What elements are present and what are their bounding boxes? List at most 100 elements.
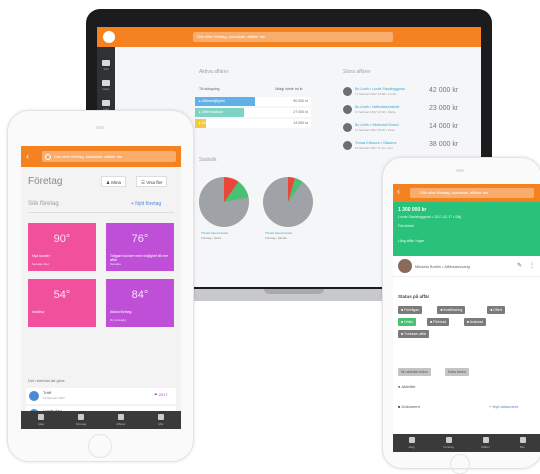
new-document-button[interactable]: + Nytt dokument bbox=[489, 404, 518, 409]
avatar bbox=[343, 123, 352, 132]
pie-chart bbox=[263, 177, 313, 227]
activity-amount: 14 000 kr bbox=[429, 123, 459, 130]
left-phone: ‹ Sök efter företag, kontakter, affärer … bbox=[7, 110, 194, 462]
stage-chip[interactable]: ■ Avslutad bbox=[463, 318, 487, 326]
pipeline-row[interactable]: ▸ Order 14 000 kr bbox=[195, 119, 311, 128]
page-title: Företag bbox=[28, 176, 63, 187]
mina-button-label: Mina bbox=[111, 180, 122, 185]
activity-row[interactable]: Tomas Eriksson • Gåsarna 16 februari 2017… bbox=[343, 141, 481, 155]
avatar bbox=[343, 141, 352, 150]
activity-line: Bo Lindh • Lunds Stadsbyggnad bbox=[355, 87, 405, 91]
home-button[interactable] bbox=[450, 454, 470, 474]
nav-item[interactable]: Mer bbox=[504, 434, 540, 452]
deal-company[interactable]: Lunds Stadsbyggnad • 2017-02-17 • Sälj bbox=[398, 215, 461, 219]
activity-amount: 42 000 kr bbox=[429, 87, 459, 94]
phone-speaker bbox=[96, 126, 104, 129]
laptop-search-input[interactable]: Sök efter företag, kontakter, affärer et… bbox=[193, 32, 393, 42]
right-phone-screen: ‹ Sök efter företag, kontakter, affärer … bbox=[393, 184, 540, 452]
nav-item[interactable]: Mer bbox=[141, 411, 181, 429]
stage-chip[interactable]: ■ Offert bbox=[487, 306, 505, 314]
back-arrow-icon[interactable]: ‹ bbox=[26, 151, 29, 161]
activity-line: Bo Lindh • Vattenlaboratoriet bbox=[355, 105, 400, 109]
stat-tile[interactable]: 54° Inaktiva bbox=[28, 279, 96, 327]
nav-item[interactable]: Idag bbox=[21, 411, 61, 429]
left-phone-top-bar: ‹ Sök efter företag, kontakter, affärer … bbox=[21, 146, 181, 167]
tile-subtitle: Senaste bbox=[110, 262, 122, 266]
avatar bbox=[343, 105, 352, 114]
bottom-nav: Idag Företag Affärer Mer bbox=[21, 411, 181, 429]
app-logo-icon[interactable] bbox=[103, 31, 115, 43]
action-button[interactable]: Nu aktivitet krävs bbox=[398, 368, 431, 376]
deal-owner-name: Mikaela Bohlin • Affärsansvarig bbox=[415, 264, 470, 269]
document-item[interactable]: ■ Dokument bbox=[398, 404, 420, 409]
nav-item[interactable]: Affärer bbox=[101, 411, 141, 429]
pipeline-value: 27 000 kr bbox=[293, 110, 308, 114]
left-phone-search-input[interactable]: Sök efter företag, kontakter, affärer et… bbox=[42, 151, 176, 162]
right-phone-search-input[interactable]: Sök efter företag, kontakter, affärer et… bbox=[410, 188, 534, 198]
stage-chip[interactable]: ■ Kvalificering bbox=[437, 306, 466, 314]
activity-row[interactable]: Bo Lindh • Vattenlaboratoriet 17 februari… bbox=[343, 105, 481, 119]
left-phone-screen: ‹ Sök efter företag, kontakter, affärer … bbox=[21, 146, 181, 429]
stat-tile[interactable]: 76° Tidigare kunder med möjlighet till me… bbox=[106, 223, 174, 271]
more-icon bbox=[519, 437, 526, 443]
activity-date: 16 februari 2017 11:12 • Ann bbox=[355, 146, 393, 150]
activity-date: 17 februari 2017 10:46 • Marie bbox=[355, 110, 396, 114]
nav-item[interactable]: Företag bbox=[61, 411, 101, 429]
pipeline-header-right: Utlagt värde tot kr bbox=[275, 87, 303, 91]
stage-chip[interactable]: ■ Tveksam affär bbox=[398, 330, 430, 338]
stage-chip[interactable]: ■ Förlorad bbox=[427, 318, 450, 326]
nav-item[interactable]: Affärer bbox=[467, 434, 504, 452]
edit-icon[interactable]: ✎ bbox=[517, 262, 522, 269]
activity-item[interactable]: ● Aktivitet bbox=[398, 384, 415, 389]
stage-chip[interactable]: ■ Order bbox=[398, 318, 417, 326]
avatar bbox=[398, 259, 412, 273]
nav-item[interactable]: Idag bbox=[393, 434, 430, 452]
activity-row[interactable]: Bo Lindh • Lunds Stadsbyggnad 17 februari… bbox=[343, 87, 481, 101]
building-icon bbox=[445, 437, 452, 443]
tile-value: 90° bbox=[53, 233, 71, 245]
tile-value: 84° bbox=[131, 289, 149, 301]
home-icon bbox=[38, 414, 44, 420]
nav-label: Idag bbox=[38, 422, 44, 426]
deal-sub: Lång affär i lager bbox=[398, 239, 425, 243]
pipeline-value: 14 000 kr bbox=[293, 121, 308, 125]
new-company-button[interactable]: + Nytt företag bbox=[131, 201, 161, 207]
stage-chip[interactable]: ■ Förfrågan bbox=[398, 306, 423, 314]
activity-row[interactable]: Bo Lindh • Växthuset Rosen 17 februari 20… bbox=[343, 123, 481, 137]
stat-tile[interactable]: 90° Nya kunder Senaste året bbox=[28, 223, 96, 271]
document-label: Dokument bbox=[401, 404, 420, 409]
pipeline-label: ▸ Affärsmöjlighet bbox=[199, 99, 225, 103]
deal-label: Förväntad bbox=[398, 224, 414, 228]
task-item[interactable]: Träff 12 februari 2017 ⚑ 2017 bbox=[26, 388, 176, 404]
pipeline-row[interactable]: ▸ Affärsmöjlighet 50 000 kr bbox=[195, 97, 311, 106]
visa-fler-button[interactable]: ☰ Visa fler bbox=[136, 176, 168, 187]
nav-label: Idag bbox=[408, 445, 415, 449]
home-button[interactable] bbox=[88, 434, 112, 458]
pie-label[interactable]: Tillväxt bland kunder bbox=[265, 231, 292, 235]
action-button[interactable]: Kalla ändra bbox=[445, 368, 469, 376]
back-arrow-icon[interactable]: ‹ bbox=[397, 186, 400, 196]
deal-amount: 1 300 000 kr bbox=[398, 207, 427, 213]
chart-icon[interactable] bbox=[102, 80, 110, 86]
flag-icon[interactable]: ⚑ 2017 bbox=[154, 392, 168, 397]
deal-icon bbox=[118, 414, 124, 420]
sidebar-item-label: Analys bbox=[102, 88, 110, 91]
deal-owner-row[interactable]: Mikaela Bohlin • Affärsansvarig ✎ ⋮ bbox=[393, 256, 540, 277]
stats-title: Statistik bbox=[199, 157, 217, 163]
bottom-nav: Idag Företag Affärer Mer bbox=[393, 434, 540, 452]
building-icon bbox=[78, 414, 84, 420]
nav-item[interactable]: Företag bbox=[430, 434, 467, 452]
tile-subtitle: Senaste året bbox=[32, 262, 50, 266]
pie-label[interactable]: Tillväxt bland kunder bbox=[201, 231, 228, 235]
activity-title: Stora affärer bbox=[343, 69, 371, 75]
list-icon[interactable] bbox=[102, 100, 110, 106]
stat-tile[interactable]: 84° Aktiva företag Ny ansvarig bbox=[106, 279, 174, 327]
pipeline-row[interactable]: ▸ Offert skickad 27 000 kr bbox=[195, 108, 311, 117]
inbox-icon[interactable] bbox=[102, 60, 110, 66]
mina-button[interactable]: ♟ Mina bbox=[101, 176, 127, 187]
search-companies-field[interactable]: Sök företag bbox=[28, 201, 59, 207]
sidebar-item-label: Start bbox=[103, 68, 109, 71]
more-dots-icon[interactable]: ⋮ bbox=[529, 262, 535, 269]
task-date: 12 februari 2017 bbox=[43, 396, 65, 400]
tile-value: 54° bbox=[53, 289, 71, 301]
